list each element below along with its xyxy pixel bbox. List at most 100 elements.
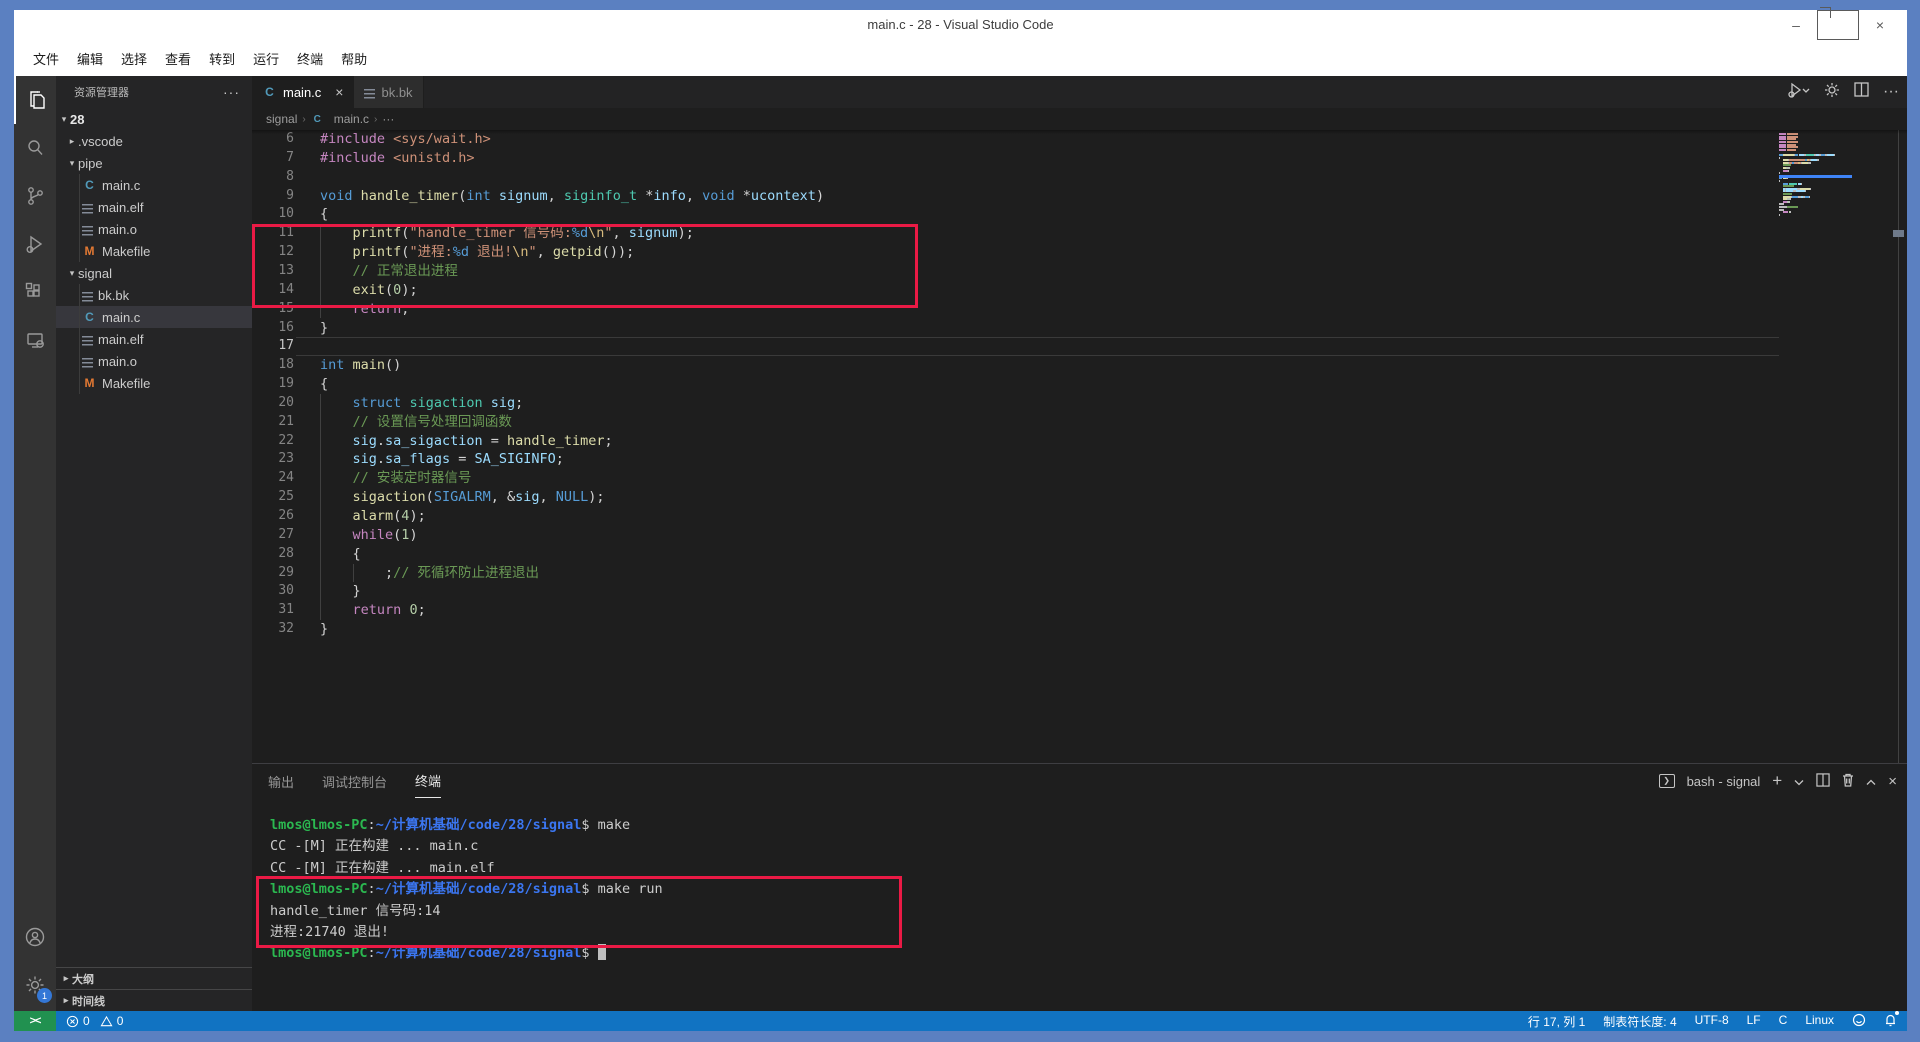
problems-status[interactable]: 0 0 [56, 1014, 123, 1028]
status-right: 行 17, 列 1 制表符长度: 4 UTF-8 LF C Linux [1528, 1013, 1907, 1030]
line-number: 24 [252, 469, 294, 488]
run-debug-icon[interactable] [14, 220, 56, 268]
chevron-right-icon: ▸ [66, 136, 78, 147]
explorer-icon[interactable] [14, 76, 56, 124]
panel-actions: ❯ bash - signal + × [1659, 764, 1897, 798]
menu-item-5[interactable]: 运行 [244, 46, 288, 71]
chevron-right-icon: ▸ [60, 973, 72, 984]
section-时间线[interactable]: ▸时间线 [56, 989, 252, 1011]
text-file-icon [82, 226, 93, 236]
close-panel-icon[interactable]: × [1888, 773, 1897, 790]
minimap[interactable] [1779, 133, 1852, 216]
terminal-profile-label[interactable]: bash - signal [1687, 774, 1761, 789]
panel-tab-输出[interactable]: 输出 [268, 764, 294, 798]
sidebar-item-main.elf[interactable]: main.elf [56, 196, 252, 218]
sidebar-item-signal[interactable]: ▾signal [56, 262, 252, 284]
menu-item-7[interactable]: 帮助 [332, 46, 376, 71]
remote-explorer-icon[interactable] [14, 316, 56, 364]
code-text: // 设置信号处理回调函数 [320, 413, 512, 432]
menu-item-2[interactable]: 选择 [112, 46, 156, 71]
scrollbar[interactable] [1898, 130, 1899, 763]
code-line-24: 24 // 安装定时器信号 [252, 469, 1907, 488]
maximize-panel-icon[interactable] [1866, 774, 1876, 789]
sidebar-item-28[interactable]: ▾28 [56, 108, 252, 130]
tab-main.c[interactable]: Cmain.c× [252, 76, 354, 108]
sidebar-item-main.c[interactable]: Cmain.c [56, 306, 252, 328]
more-actions-icon[interactable]: ··· [223, 84, 240, 100]
code-line-10: 10{ [252, 205, 1907, 224]
line-number: 16 [252, 319, 294, 338]
status-item[interactable]: 行 17, 列 1 [1528, 1013, 1585, 1030]
terminal-icon: ❯ [1659, 774, 1675, 788]
status-item[interactable]: 制表符长度: 4 [1603, 1013, 1676, 1030]
section-大纲[interactable]: ▸大纲 [56, 967, 252, 989]
breadcrumb-item[interactable]: main.c [334, 112, 369, 126]
status-item[interactable]: C [1779, 1013, 1788, 1030]
line-number: 31 [252, 601, 294, 620]
close-tab-icon[interactable]: × [335, 84, 343, 100]
menu-item-3[interactable]: 查看 [156, 46, 200, 71]
new-terminal-icon[interactable]: + [1772, 771, 1782, 791]
menu-item-6[interactable]: 终端 [288, 46, 332, 71]
tree-item-label: .vscode [78, 134, 123, 149]
sidebar-item-bk.bk[interactable]: bk.bk [56, 284, 252, 306]
code-line-29: 29 ;// 死循环防止进程退出 [252, 564, 1907, 583]
panel-tab-调试控制台[interactable]: 调试控制台 [322, 764, 387, 798]
account-icon[interactable] [14, 913, 56, 961]
tree-item-label: 28 [70, 112, 84, 127]
menu-item-0[interactable]: 文件 [24, 46, 68, 71]
tab-bk.bk[interactable]: bk.bk [354, 76, 423, 108]
settings-icon[interactable]: 1 [14, 961, 56, 1009]
split-terminal-icon[interactable] [1816, 773, 1830, 790]
code-text: return 0; [320, 601, 426, 620]
kill-terminal-icon[interactable] [1842, 773, 1854, 790]
menu-item-4[interactable]: 转到 [200, 46, 244, 71]
sidebar-item-.vscode[interactable]: ▸.vscode [56, 130, 252, 152]
close-icon[interactable]: × [1859, 10, 1901, 40]
sidebar-item-Makefile[interactable]: MMakefile [56, 240, 252, 262]
run-debug-dropdown-icon[interactable] [1788, 82, 1810, 103]
tree-item-label: main.c [102, 178, 140, 193]
scrollbar-slider[interactable] [1893, 230, 1904, 237]
m-file-icon: M [82, 376, 97, 391]
more-actions-icon[interactable]: ··· [1883, 83, 1899, 101]
source-control-icon[interactable] [14, 172, 56, 220]
line-number: 26 [252, 507, 294, 526]
code-text: int main() [320, 356, 401, 375]
code-text: { [320, 205, 328, 224]
notifications-bell-icon[interactable] [1884, 1013, 1897, 1030]
code-line-8: 8 [252, 168, 1907, 187]
breadcrumb-item[interactable]: ··· [382, 112, 394, 126]
editor-group: Cmain.c×bk.bk ··· signal›Cmain.c›··· 6#i… [252, 76, 1907, 1011]
settings-gear-icon[interactable] [1824, 82, 1840, 103]
code-line-23: 23 sig.sa_flags = SA_SIGINFO; [252, 450, 1907, 469]
status-item[interactable]: UTF-8 [1695, 1013, 1729, 1030]
line-number: 32 [252, 620, 294, 639]
sidebar-item-main.o[interactable]: main.o [56, 350, 252, 372]
sidebar-item-Makefile[interactable]: MMakefile [56, 372, 252, 394]
chevron-down-icon[interactable] [1794, 774, 1804, 789]
code-text: #include <sys/wait.h> [320, 130, 491, 149]
minimize-icon[interactable]: – [1775, 10, 1817, 40]
sidebar-item-main.o[interactable]: main.o [56, 218, 252, 240]
line-number: 6 [252, 130, 294, 149]
sidebar-item-pipe[interactable]: ▾pipe [56, 152, 252, 174]
warning-count: 0 [117, 1014, 124, 1028]
indent-guide [79, 372, 80, 394]
code-line-26: 26 alarm(4); [252, 507, 1907, 526]
tree-item-label: main.o [98, 354, 137, 369]
restore-icon[interactable] [1817, 10, 1859, 40]
breadcrumb-item[interactable]: signal [266, 112, 297, 126]
feedback-icon[interactable] [1852, 1013, 1866, 1030]
sidebar-item-main.c[interactable]: Cmain.c [56, 174, 252, 196]
search-icon[interactable] [14, 124, 56, 172]
status-item[interactable]: LF [1747, 1013, 1761, 1030]
split-editor-icon[interactable] [1854, 82, 1869, 102]
sidebar-item-main.elf[interactable]: main.elf [56, 328, 252, 350]
panel-tab-终端[interactable]: 终端 [415, 764, 441, 798]
status-item[interactable]: Linux [1805, 1013, 1834, 1030]
extensions-icon[interactable] [14, 268, 56, 316]
code-text: alarm(4); [320, 507, 426, 526]
menu-item-1[interactable]: 编辑 [68, 46, 112, 71]
remote-indicator[interactable]: >< [14, 1011, 56, 1031]
